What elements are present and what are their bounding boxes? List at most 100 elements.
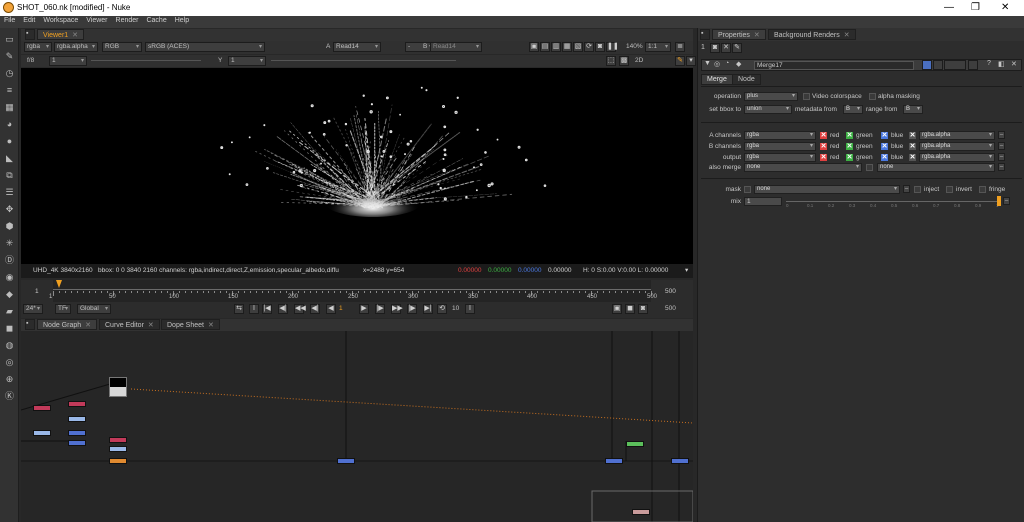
next-keyframe-icon[interactable]: |▶ bbox=[407, 304, 417, 314]
node-lightblue-3[interactable] bbox=[109, 446, 127, 452]
keylight-tool-icon[interactable]: Ⓚ bbox=[4, 391, 15, 402]
timeline-ruler[interactable]: 1 50 100 150 200 250 300 350 400 450 500 bbox=[49, 280, 657, 302]
mask-checkbox[interactable] bbox=[744, 186, 751, 193]
prev-keyframe-icon[interactable]: ◀| bbox=[278, 304, 288, 314]
tab-merge[interactable]: Merge bbox=[701, 74, 733, 85]
mask-menu-icon[interactable]: – bbox=[903, 185, 910, 193]
play-backward-icon[interactable]: ◀ bbox=[326, 304, 336, 314]
node-name-field[interactable]: Merge17 bbox=[754, 61, 914, 70]
tab-dope-sheet[interactable]: Dope Sheet ✕ bbox=[161, 319, 220, 330]
node-blue-4[interactable] bbox=[605, 458, 623, 464]
info-menu-icon[interactable]: ▾ bbox=[685, 264, 688, 278]
first-frame-icon[interactable]: |◀ bbox=[262, 304, 272, 314]
menu-workspace[interactable]: Workspace bbox=[39, 16, 82, 24]
viewer-canvas[interactable] bbox=[21, 68, 693, 264]
draw-tool-icon[interactable]: ✎ bbox=[4, 51, 15, 62]
playhead-icon[interactable] bbox=[56, 280, 62, 288]
fringe-checkbox[interactable] bbox=[979, 186, 986, 193]
inject-checkbox[interactable] bbox=[914, 186, 921, 193]
filter-tool-icon[interactable]: ◕ bbox=[4, 119, 15, 130]
close-node-icon[interactable]: ✕ bbox=[1011, 60, 1017, 68]
menu-cache[interactable]: Cache bbox=[142, 16, 170, 24]
channel-menu-icon[interactable]: – bbox=[998, 153, 1005, 161]
crop-icon[interactable]: ⬚ bbox=[606, 56, 616, 66]
menu-file[interactable]: File bbox=[0, 16, 19, 24]
current-frame[interactable]: 1 bbox=[339, 304, 343, 314]
merge-tool-icon[interactable]: ◣ bbox=[4, 153, 15, 164]
close-tab-icon[interactable]: ✕ bbox=[148, 321, 154, 329]
node-blue-2[interactable] bbox=[68, 440, 86, 446]
metadata-from-dropdown[interactable]: B bbox=[843, 105, 863, 114]
close-button[interactable]: ✕ bbox=[1001, 2, 1009, 13]
color-tool-icon[interactable]: ▦ bbox=[4, 102, 15, 113]
brush-icon[interactable]: ✎ bbox=[675, 56, 685, 66]
flipbook-icon[interactable]: ▣ bbox=[612, 304, 622, 314]
pane-menu-icon[interactable]: ▪ bbox=[700, 29, 710, 40]
gain-field[interactable]: 1 bbox=[49, 56, 87, 66]
end-frame[interactable]: 500 bbox=[665, 288, 676, 295]
channel-menu-icon[interactable]: – bbox=[998, 131, 1005, 139]
node-lightblue-1[interactable] bbox=[68, 416, 86, 422]
node-color-icon[interactable]: ◆ bbox=[736, 60, 741, 68]
node-red-1[interactable] bbox=[33, 405, 51, 411]
also-merge-checkbox[interactable] bbox=[866, 164, 873, 171]
output-alpha-dropdown[interactable]: rgba.alpha bbox=[919, 153, 995, 162]
menu-edit[interactable]: Edit bbox=[19, 16, 39, 24]
tile-color-icon[interactable] bbox=[922, 60, 932, 70]
other-tool-icon[interactable]: ◼ bbox=[4, 323, 15, 334]
increment-field[interactable]: 10 bbox=[452, 304, 459, 314]
tab-background-renders[interactable]: Background Renders ✕ bbox=[768, 29, 856, 40]
tab-properties[interactable]: Properties ✕ bbox=[712, 29, 766, 40]
input-icon[interactable]: ◔ bbox=[725, 60, 729, 67]
lock-panels-icon[interactable]: ◙ bbox=[710, 43, 720, 53]
last-frame-icon[interactable]: ▶| bbox=[423, 304, 433, 314]
node-graph[interactable] bbox=[21, 331, 693, 522]
red-channel-checkbox[interactable]: ✕ bbox=[820, 132, 827, 139]
3d-tool-icon[interactable]: ⬢ bbox=[4, 221, 15, 232]
particles-tool-icon[interactable]: ✳ bbox=[4, 238, 15, 249]
channels-dropdown[interactable]: rgba bbox=[24, 42, 52, 52]
node-lightblue-2[interactable] bbox=[33, 430, 51, 436]
center-node-icon[interactable]: ◎ bbox=[714, 60, 720, 68]
minimize-button[interactable]: — bbox=[944, 2, 954, 13]
gain-slider[interactable] bbox=[91, 60, 201, 61]
mask-dropdown[interactable]: none bbox=[754, 185, 900, 194]
viewer-node[interactable] bbox=[109, 377, 127, 397]
ocula-tool-icon[interactable]: ◎ bbox=[4, 357, 15, 368]
tab-viewer1[interactable]: Viewer1 ✕ bbox=[37, 29, 85, 40]
green-channel-checkbox[interactable]: ✕ bbox=[846, 132, 853, 139]
move-tool-icon[interactable]: ✥ bbox=[4, 204, 15, 215]
mix-field[interactable]: 1 bbox=[744, 197, 782, 206]
node-pink[interactable] bbox=[632, 509, 650, 515]
alpha-masking-checkbox[interactable] bbox=[869, 93, 876, 100]
node-menu-icon[interactable]: ▾ bbox=[686, 56, 696, 66]
fps-dropdown[interactable]: 24* bbox=[23, 304, 43, 314]
audio-icon[interactable]: ◙ bbox=[638, 304, 648, 314]
alpha-dropdown[interactable]: rgba.alpha bbox=[54, 42, 98, 52]
a-channels-alpha-dropdown[interactable]: rgba.alpha bbox=[919, 131, 995, 140]
redo-icon[interactable] bbox=[968, 60, 978, 70]
invert-checkbox[interactable] bbox=[946, 186, 953, 193]
tab-node[interactable]: Node bbox=[732, 74, 761, 85]
step-forward-icon[interactable]: |▶ bbox=[375, 304, 385, 314]
prev-increment-icon[interactable]: ◀◀ bbox=[294, 304, 306, 314]
menu-help[interactable]: Help bbox=[171, 16, 193, 24]
float-icon[interactable]: ◧ bbox=[998, 60, 1005, 68]
gamma-slider[interactable] bbox=[271, 60, 456, 61]
node-blue-5[interactable] bbox=[671, 458, 689, 464]
in-point-icon[interactable]: I bbox=[249, 304, 259, 314]
deep-tool-icon[interactable]: Ⓓ bbox=[4, 255, 15, 266]
blue-channel-checkbox[interactable]: ✕ bbox=[881, 154, 888, 161]
close-tab-icon[interactable]: ✕ bbox=[72, 31, 78, 39]
close-tab-icon[interactable]: ✕ bbox=[85, 321, 91, 329]
display-channel-dropdown[interactable]: RGB bbox=[102, 42, 142, 52]
set-bbox-dropdown[interactable]: union bbox=[744, 105, 792, 114]
menu-viewer[interactable]: Viewer bbox=[82, 16, 111, 24]
green-channel-checkbox[interactable]: ✕ bbox=[846, 154, 853, 161]
transform-tool-icon[interactable]: ⧉ bbox=[4, 170, 15, 181]
b-channels-dropdown[interactable]: rgba bbox=[744, 142, 816, 151]
node-green[interactable] bbox=[626, 441, 644, 447]
mix-animation-icon[interactable]: – bbox=[1003, 197, 1010, 205]
node-orange[interactable] bbox=[109, 458, 127, 464]
zoom-level[interactable]: 140% bbox=[626, 42, 643, 52]
